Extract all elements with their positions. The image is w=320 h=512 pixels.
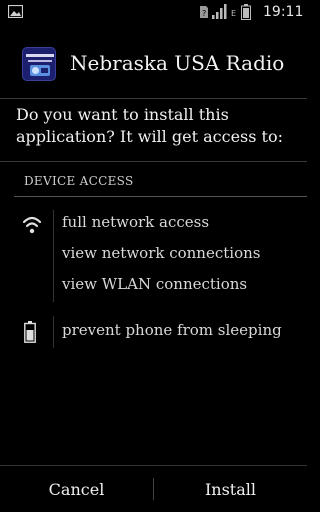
app-name: Nebraska USA Radio <box>70 51 285 75</box>
network-type-label: E <box>231 9 237 18</box>
permission-separator <box>53 210 54 302</box>
install-button[interactable]: Install <box>154 466 307 512</box>
install-question: Do you want to install this application?… <box>16 105 283 146</box>
divider <box>0 98 307 99</box>
divider <box>0 161 307 162</box>
battery-icon <box>24 321 36 343</box>
status-time: 19:11 <box>263 4 304 20</box>
section-title-device-access: DEVICE ACCESS <box>24 174 134 188</box>
wifi-icon <box>22 216 42 234</box>
permission-item: full network access <box>62 213 210 231</box>
svg-text:?: ? <box>202 9 206 18</box>
radio-app-icon <box>22 47 56 81</box>
permission-item: view network connections <box>62 244 261 262</box>
signal-icon <box>212 4 227 19</box>
battery-icon <box>241 4 251 20</box>
permission-item: view WLAN connections <box>62 275 248 293</box>
image-icon <box>8 5 23 18</box>
permission-item: prevent phone from sleeping <box>62 321 282 339</box>
permission-separator <box>53 316 54 348</box>
sim-icon: ? <box>200 6 208 18</box>
cancel-button[interactable]: Cancel <box>0 466 153 512</box>
status-bar: ? E 19:11 <box>0 0 307 25</box>
install-screen: ? E 19:11 Nebraska USA Radio Do you want… <box>0 0 307 512</box>
section-divider <box>14 196 307 197</box>
